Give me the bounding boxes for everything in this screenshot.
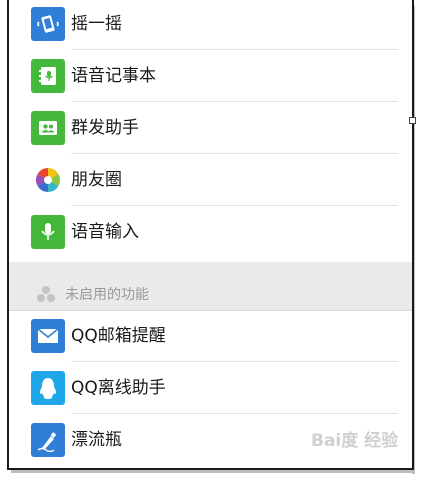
grey-circles-icon	[36, 285, 56, 303]
moments-aperture-icon	[31, 163, 65, 197]
shake-phone-icon	[31, 7, 65, 41]
broadcast-contacts-icon	[31, 111, 65, 145]
feature-label: 语音输入	[71, 222, 139, 242]
feature-label: 摇一摇	[71, 14, 122, 34]
voice-notebook-icon	[31, 59, 65, 93]
feature-label: 语音记事本	[71, 66, 156, 86]
feature-row-qq-mail[interactable]: QQ邮箱提醒	[9, 310, 412, 362]
feature-label: 漂流瓶	[71, 430, 122, 450]
watermark-text: Bai度 经验	[311, 431, 399, 451]
feature-row-qq-offline[interactable]: QQ离线助手	[9, 362, 412, 414]
feature-label: 群发助手	[71, 118, 139, 138]
mail-envelope-icon	[31, 319, 65, 353]
qq-penguin-icon	[31, 371, 65, 405]
feature-label: 朋友圈	[71, 170, 122, 190]
feature-row-voice-notebook[interactable]: 语音记事本	[9, 50, 412, 102]
feature-row-shake[interactable]: 摇一摇	[9, 0, 412, 50]
microphone-icon	[31, 215, 65, 249]
feature-row-moments[interactable]: 朋友圈	[9, 154, 412, 206]
feature-row-broadcast[interactable]: 群发助手	[9, 102, 412, 154]
baidu-watermark: Bai度 经验	[311, 426, 398, 451]
disabled-features-header: 未启用的功能	[9, 262, 412, 310]
features-list-screen: 摇一摇 语音记事本 群发助手 朋友圈 语音输入 未启用的功能 QQ邮箱提醒 QQ…	[7, 0, 414, 470]
feature-label: QQ邮箱提醒	[71, 326, 166, 346]
feature-label: QQ离线助手	[71, 378, 166, 398]
drift-bottle-icon	[31, 423, 65, 457]
edge-marker	[409, 117, 416, 124]
feature-row-voice-input[interactable]: 语音输入	[9, 206, 412, 258]
